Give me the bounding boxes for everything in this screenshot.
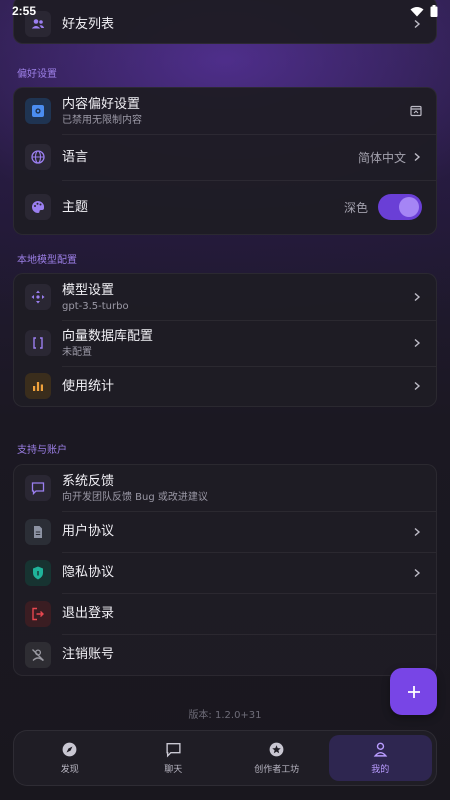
theme-label: 主题 [62, 199, 89, 215]
add-fab-button[interactable] [390, 668, 437, 715]
content-filter-icon [25, 98, 51, 124]
version-label: 版本: 1.2.0+31 [188, 710, 262, 721]
delete-account-row[interactable]: 注销账号 [14, 634, 436, 675]
usage-stats-row[interactable]: 使用统计 [14, 366, 436, 406]
vector-db-row[interactable]: 向量数据库配置 未配置 [14, 320, 436, 366]
preferences-card: 内容偏好设置 已禁用无限制内容 语言 简体中文 主题 深色 [13, 87, 437, 235]
section-title-local-model: 本地模型配置 [17, 255, 77, 266]
nav-tab-me[interactable]: 我的 [328, 735, 432, 781]
toggle-knob [399, 197, 419, 217]
open-external-icon [410, 105, 422, 117]
model-settings-label: 模型设置 [62, 282, 115, 298]
content-preference-label: 内容偏好设置 [62, 96, 141, 112]
language-label: 语言 [62, 149, 89, 165]
chat-bubble-icon [166, 742, 181, 758]
settings-page: 好友列表 偏好设置 内容偏好设置 已禁用无限制内容 语言 简体中文 主题 深色 … [0, 0, 450, 800]
globe-icon [25, 144, 51, 170]
chevron-right-icon [414, 292, 421, 302]
feedback-description: 向开发团队反馈 Bug 或改进建议 [62, 491, 208, 503]
feedback-icon [25, 475, 51, 501]
status-time: 2:55 [12, 4, 37, 18]
section-title-support: 支持与账户 [17, 445, 67, 456]
content-preference-status: 已禁用无限制内容 [62, 114, 142, 126]
nav-tab-chat[interactable]: 聊天 [122, 735, 226, 781]
section-title-preferences: 偏好设置 [17, 69, 57, 80]
usage-stats-label: 使用统计 [62, 378, 115, 394]
dark-theme-toggle[interactable] [378, 194, 422, 220]
wifi-icon [410, 6, 424, 16]
user-agreement-row[interactable]: 用户协议 [14, 511, 436, 552]
chevron-right-icon [414, 152, 421, 162]
palette-icon [25, 194, 51, 220]
nav-label: 创作者工坊 [254, 765, 300, 775]
delete-account-label: 注销账号 [62, 647, 115, 662]
feedback-label: 系统反馈 [62, 473, 115, 489]
vector-db-label: 向量数据库配置 [62, 328, 154, 344]
privacy-policy-label: 隐私协议 [62, 565, 115, 580]
nav-tab-creator-workshop[interactable]: 创作者工坊 [225, 735, 329, 781]
chevron-right-icon [414, 568, 421, 577]
language-value: 简体中文 [357, 150, 406, 165]
bottom-nav: 发现 聊天 创作者工坊 我的 [13, 730, 437, 786]
nav-label: 发现 [60, 765, 79, 775]
support-card: 系统反馈 向开发团队反馈 Bug 或改进建议 用户协议 隐私协议 退出登录 注销… [13, 464, 437, 676]
chevron-right-icon [414, 338, 421, 348]
theme-value: 深色 [343, 200, 368, 215]
nav-tab-discover[interactable]: 发现 [18, 735, 122, 781]
bar-chart-icon [25, 373, 51, 399]
local-model-card: 模型设置 gpt-3.5-turbo 向量数据库配置 未配置 使用统计 [13, 273, 437, 407]
status-icons [410, 5, 438, 17]
person-icon [373, 742, 388, 757]
status-bar: 2:55 [0, 0, 450, 22]
chevron-right-icon [414, 527, 421, 536]
model-icon [25, 284, 51, 310]
brackets-icon [25, 330, 51, 356]
model-settings-value: gpt-3.5-turbo [62, 300, 129, 312]
feedback-row[interactable]: 系统反馈 向开发团队反馈 Bug 或改进建议 [14, 465, 436, 511]
battery-icon [430, 5, 438, 17]
compass-icon [62, 742, 77, 757]
model-settings-row[interactable]: 模型设置 gpt-3.5-turbo [14, 274, 436, 320]
nav-label: 我的 [371, 765, 390, 775]
delete-account-icon [25, 641, 51, 668]
logout-label: 退出登录 [62, 606, 115, 621]
privacy-policy-row[interactable]: 隐私协议 [14, 552, 436, 593]
nav-label: 聊天 [164, 765, 183, 775]
logout-row[interactable]: 退出登录 [14, 593, 436, 634]
user-agreement-label: 用户协议 [62, 524, 115, 539]
content-preference-row[interactable]: 内容偏好设置 已禁用无限制内容 [14, 88, 436, 134]
language-row[interactable]: 语言 简体中文 [14, 134, 436, 180]
shield-icon [25, 559, 51, 586]
chevron-right-icon [414, 381, 421, 391]
star-badge-icon [269, 742, 284, 757]
theme-row: 主题 深色 [14, 180, 436, 234]
logout-icon [25, 600, 51, 627]
document-icon [25, 518, 51, 545]
vector-db-status: 未配置 [62, 346, 92, 358]
plus-icon [407, 685, 420, 698]
